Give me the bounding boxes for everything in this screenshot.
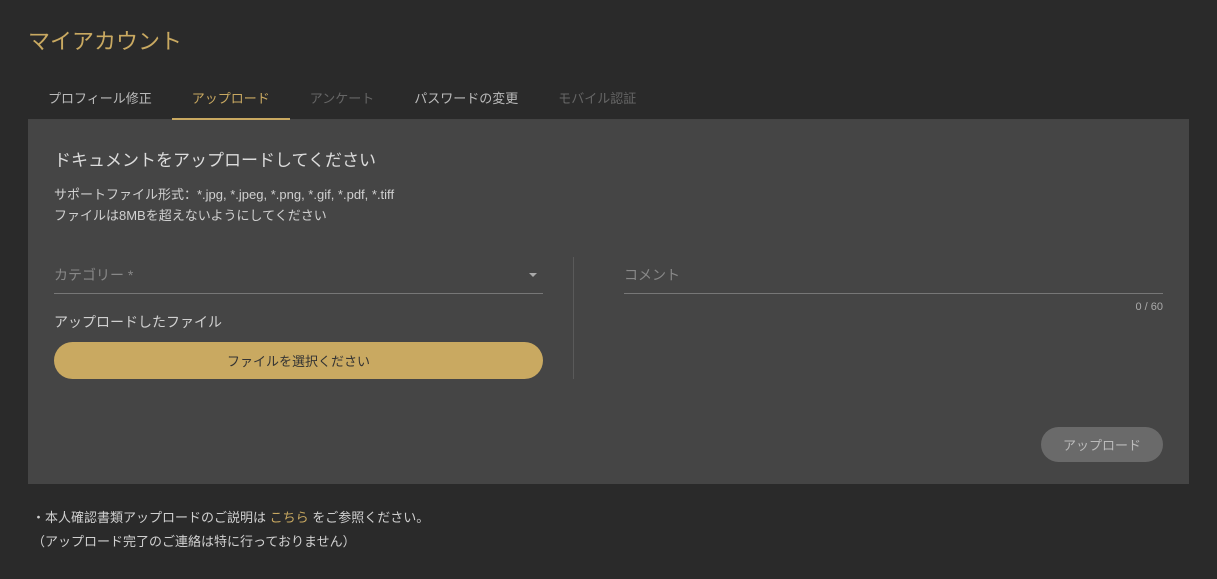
uploaded-label: アップロードしたファイル bbox=[54, 312, 543, 332]
supported-formats: サポートファイル形式：*.jpg, *.jpeg, *.png, *.gif, … bbox=[54, 185, 1163, 206]
footer-notes: ・本人確認書類アップロードのご説明は こちら をご参照ください。 （アップロード… bbox=[28, 506, 1189, 555]
size-limit: ファイルは8MBを超えないようにしてください bbox=[54, 206, 1163, 227]
panel-title: ドキュメントをアップロードしてください bbox=[54, 146, 1163, 171]
form-left-column: カテゴリー * アップロードしたファイル ファイルを選択ください bbox=[54, 257, 574, 379]
char-count: 0 / 60 bbox=[1135, 301, 1163, 313]
footer-link-kochira[interactable]: こちら bbox=[270, 510, 309, 525]
panel-subtext: サポートファイル形式：*.jpg, *.jpeg, *.png, *.gif, … bbox=[54, 185, 1163, 227]
tabs-bar: プロフィール修正 アップロード アンケート パスワードの変更 モバイル認証 bbox=[28, 76, 1189, 120]
page-title: マイアカウント bbox=[28, 24, 1189, 56]
tab-password[interactable]: パスワードの変更 bbox=[394, 76, 538, 119]
category-label: カテゴリー * bbox=[54, 267, 133, 283]
tab-profile[interactable]: プロフィール修正 bbox=[28, 76, 172, 119]
comment-input[interactable]: コメント bbox=[624, 257, 1163, 294]
tab-upload[interactable]: アップロード bbox=[172, 76, 290, 119]
footer-note-2: （アップロード完了のご連絡は特に行っておりません） bbox=[32, 530, 1189, 555]
note1-suffix: をご参照ください。 bbox=[309, 510, 430, 525]
form-right-column: コメント 0 / 60 bbox=[614, 257, 1163, 379]
file-select-button[interactable]: ファイルを選択ください bbox=[54, 342, 543, 379]
note1-prefix: ・本人確認書類アップロードのご説明は bbox=[32, 510, 270, 525]
chevron-down-icon bbox=[529, 273, 537, 277]
upload-panel: ドキュメントをアップロードしてください サポートファイル形式：*.jpg, *.… bbox=[28, 120, 1189, 484]
category-select[interactable]: カテゴリー * bbox=[54, 257, 543, 294]
tab-mobile[interactable]: モバイル認証 bbox=[538, 76, 656, 119]
upload-button[interactable]: アップロード bbox=[1041, 427, 1163, 462]
footer-note-1: ・本人確認書類アップロードのご説明は こちら をご参照ください。 bbox=[32, 506, 1189, 531]
tab-survey[interactable]: アンケート bbox=[290, 76, 394, 119]
